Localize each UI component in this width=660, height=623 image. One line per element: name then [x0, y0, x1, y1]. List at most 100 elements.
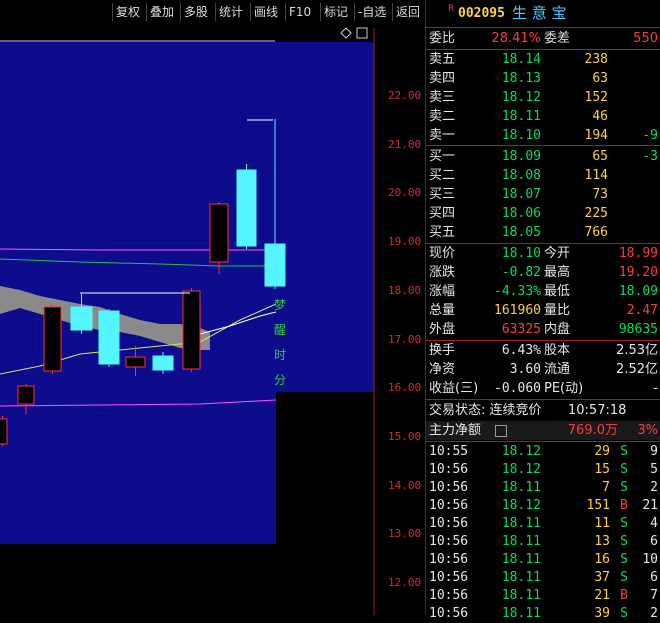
y-tick-label: 21.00 [388, 137, 422, 151]
stat-label: 最高 [544, 265, 571, 280]
tick-time: 10:56 [429, 606, 469, 621]
bid-row[interactable]: 买三 18.07 73 [426, 185, 660, 204]
fin-value: 6.43% [501, 343, 541, 358]
tick-time: 10:56 [429, 552, 469, 567]
marker-text-1: 梦 [274, 298, 287, 312]
fin-label: PE(动) [544, 381, 584, 396]
tick-side: S [620, 552, 628, 567]
tick-side: B [620, 498, 628, 513]
book-volume: 114 [584, 168, 608, 183]
candle-up [43, 306, 62, 372]
stat-label: 内盘 [544, 322, 571, 337]
bid-row[interactable]: 买二 18.08 114 [426, 166, 660, 185]
tick-side: S [620, 534, 628, 549]
book-price: 18.05 [501, 225, 541, 240]
y-tick-label: 19.00 [388, 235, 422, 249]
tick-time: 10:56 [429, 462, 469, 477]
tick-time: 10:55 [429, 444, 469, 459]
fin-label: 收益(三) [429, 381, 479, 396]
button-back[interactable]: 返回 [392, 3, 423, 21]
button-fuquan[interactable]: 复权 [112, 3, 143, 21]
marker-text-3: 时 [274, 348, 287, 362]
ask-row[interactable]: 卖一 18.10 194 -9 [426, 126, 660, 145]
book-label: 卖四 [429, 71, 456, 86]
book-volume: 766 [584, 225, 608, 240]
y-tick-label: 13.00 [388, 527, 422, 541]
square-icon [356, 27, 368, 39]
stat-label: 现价 [429, 246, 456, 261]
candle-up [209, 203, 229, 263]
button-f10[interactable]: F10 [285, 3, 314, 21]
ask-row[interactable]: 卖四 18.13 63 [426, 69, 660, 88]
tick-row: 10:56 18.11 11 S 4 [426, 515, 660, 533]
kline-chart[interactable]: 梦 醒 时 分 22.00 21.00 20.00 19.00 18.00 17.00 16… [0, 24, 425, 615]
book-price: 18.08 [501, 168, 541, 183]
y-tick-label: 22.00 [388, 89, 422, 102]
button-overlay[interactable]: 叠加 [146, 3, 177, 21]
bid-row[interactable]: 买一 18.09 65 -3 [426, 147, 660, 166]
book-label: 买三 [429, 187, 456, 202]
trade-status-row: 交易状态: 连续竞价 10:57:18 [426, 401, 660, 420]
book-volume: 73 [592, 187, 608, 202]
button-mark[interactable]: 标记 [320, 3, 351, 21]
stat-value: 18.99 [618, 246, 658, 261]
candle-down [236, 169, 257, 247]
book-label: 买四 [429, 206, 456, 221]
tick-row: 10:56 18.11 7 S 2 [426, 479, 660, 497]
book-volume: 63 [592, 71, 608, 86]
stats-row: 外盘 63325 内盘 98635 [426, 320, 660, 339]
y-tick-label: 15.00 [388, 429, 422, 443]
fin-label: 换手 [429, 343, 456, 358]
stat-label: 涨幅 [429, 284, 456, 299]
ask-row[interactable]: 卖二 18.11 46 [426, 107, 660, 126]
button-remove-favorite[interactable]: -自选 [354, 3, 389, 21]
weicha-value: 550 [633, 31, 658, 46]
tick-count: 2 [650, 480, 658, 495]
fin-row: 净资 3.60 流通 2.52亿 [426, 360, 660, 379]
chart-lower-region [0, 544, 190, 615]
button-multi-stock[interactable]: 多股 [180, 3, 211, 21]
fin-label: 股本 [544, 343, 571, 358]
tick-time: 10:56 [429, 534, 469, 549]
candle-up [125, 356, 146, 368]
book-price: 18.10 [501, 128, 541, 143]
tick-count: 6 [650, 534, 658, 549]
stat-value: 18.10 [501, 246, 541, 261]
ask-row[interactable]: 卖三 18.12 152 [426, 88, 660, 107]
kline-chart-svg [0, 27, 375, 615]
candle-down [152, 355, 174, 371]
weicha-label: 委差 [544, 31, 571, 46]
quote-panel: R 002095 生 意 宝 委比 28.41% 委差 550 卖五 18.14 2… [425, 0, 660, 621]
book-change: -9 [642, 128, 658, 143]
marker-text-2: 醒 [274, 323, 287, 337]
stock-header: R 002095 生 意 宝 [426, 4, 660, 23]
stat-value: 161960 [494, 303, 541, 318]
bid-row[interactable]: 买五 18.05 766 [426, 223, 660, 242]
main-flow-row[interactable]: 主力净额 769.0万 3% [426, 421, 660, 440]
chart-toolbar: 复权 叠加 多股 统计 画线 F10 标记 -自选 返回 [0, 0, 425, 25]
stat-label: 外盘 [429, 322, 456, 337]
stat-label: 总量 [429, 303, 456, 318]
bid-row[interactable]: 买四 18.06 225 [426, 204, 660, 223]
weibi-value: 28.41% [491, 31, 541, 46]
candle-up [17, 385, 35, 405]
fin-value: - [653, 381, 658, 396]
tick-count: 9 [650, 444, 658, 459]
candle-down [70, 306, 93, 331]
weibi-label: 委比 [429, 31, 456, 46]
tick-side: S [620, 570, 628, 585]
y-tick-label: 16.00 [388, 381, 422, 395]
tick-volume: 15 [594, 462, 610, 477]
list-icon[interactable] [495, 425, 507, 437]
tick-price: 18.11 [501, 606, 541, 621]
ask-row[interactable]: 卖五 18.14 238 [426, 50, 660, 69]
tick-count: 6 [650, 570, 658, 585]
tick-row: 10:56 18.11 37 S 6 [426, 569, 660, 587]
button-statistics[interactable]: 统计 [215, 3, 246, 21]
button-draw-line[interactable]: 画线 [250, 3, 281, 21]
stat-label: 涨跌 [429, 265, 456, 280]
tick-price: 18.12 [501, 444, 541, 459]
tick-price: 18.11 [501, 516, 541, 531]
tick-time: 10:56 [429, 480, 469, 495]
tick-count: 10 [642, 552, 658, 567]
